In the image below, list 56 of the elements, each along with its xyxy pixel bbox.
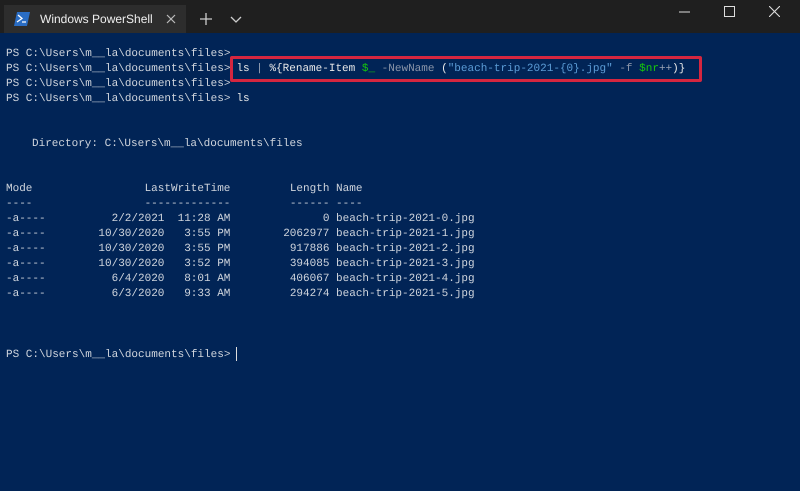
table-cell: 10/30/2020	[98, 227, 164, 242]
header-rule: ----	[336, 197, 362, 212]
table-cell: 2062977	[283, 227, 330, 242]
table-cell: -a----	[6, 242, 46, 257]
prompt: PS C:\Users\m__la\documents\files>	[6, 93, 230, 105]
prompt: PS C:\Users\m__la\documents\files>	[6, 78, 230, 90]
table-cell: beach-trip-2021-2.jpg	[336, 242, 475, 257]
table-cell: -a----	[6, 212, 46, 227]
table-cell: -a----	[6, 272, 46, 287]
header-rule: ------	[290, 197, 330, 212]
table-cell: -a----	[6, 257, 46, 272]
tab-title: Windows PowerShell	[40, 12, 154, 26]
maximize-icon[interactable]	[724, 6, 735, 17]
table-cell: 6/4/2020	[112, 272, 164, 287]
table-cell: 3:55 PM	[184, 227, 230, 242]
terminal-icon	[14, 12, 30, 26]
text-cursor	[236, 347, 238, 361]
table-cell: -a----	[6, 287, 46, 302]
prompt: PS C:\Users\m__la\documents\files>	[6, 48, 230, 60]
header-rule: ----	[6, 197, 32, 212]
tab[interactable]: Windows PowerShell	[4, 5, 186, 33]
table-cell: 9:33 AM	[184, 287, 230, 302]
column-header: Length	[290, 182, 330, 197]
command-text: ls	[235, 92, 251, 107]
column-header: LastWriteTime	[144, 182, 230, 197]
chevron-down-icon[interactable]	[230, 16, 242, 23]
table-cell: 0	[322, 212, 330, 227]
table-cell: 917886	[290, 242, 330, 257]
column-header: Name	[336, 182, 362, 197]
plus-icon[interactable]	[200, 13, 212, 25]
prompt: PS C:\Users\m__la\documents\files>	[6, 63, 230, 75]
table-cell: 8:01 AM	[184, 272, 230, 287]
table-cell: 10/30/2020	[98, 257, 164, 272]
table-cell: 10/30/2020	[98, 242, 164, 257]
table-cell: beach-trip-2021-1.jpg	[336, 227, 475, 242]
prompt: PS C:\Users\m__la\documents\files>	[6, 348, 230, 361]
header-rule: -------------	[144, 197, 230, 212]
table-cell: 406067	[290, 272, 330, 287]
column-header: Mode	[6, 182, 32, 197]
close-icon[interactable]	[769, 6, 780, 17]
minimize-icon[interactable]	[679, 10, 690, 12]
table-cell: beach-trip-2021-4.jpg	[336, 272, 475, 287]
table-cell: 11:28 AM	[178, 212, 230, 227]
directory-label: Directory: C:\Users\m__la\documents\files	[32, 138, 303, 150]
table-cell: 294274	[290, 287, 330, 302]
table-cell: beach-trip-2021-0.jpg	[336, 212, 475, 227]
table-cell: beach-trip-2021-5.jpg	[336, 287, 475, 302]
table-cell: 2/2/2021	[112, 212, 164, 227]
table-cell: 394085	[290, 257, 330, 272]
table-cell: beach-trip-2021-3.jpg	[336, 257, 475, 272]
table-cell: -a----	[6, 227, 46, 242]
table-cell: 3:55 PM	[184, 242, 230, 257]
table-cell: 6/3/2020	[112, 287, 164, 302]
table-cell: 3:52 PM	[184, 257, 230, 272]
command-text: ls | %{Rename-Item $_ -NewName ("beach-trip-2021-{0}.jpg" -f $nr++)}	[230, 56, 702, 82]
close-icon[interactable]	[166, 14, 176, 24]
